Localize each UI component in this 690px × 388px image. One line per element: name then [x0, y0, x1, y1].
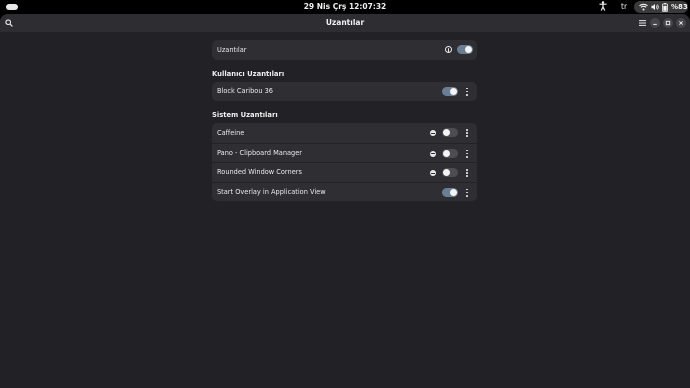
system-status-menu[interactable]: %83: [634, 1, 688, 13]
extension-row: Pano - Clipboard Manager: [212, 142, 477, 163]
hamburger-menu-icon: [639, 19, 646, 26]
close-icon: [679, 21, 683, 25]
clock[interactable]: 29 Nis Çrş 12:07:32: [0, 2, 690, 11]
keyboard-layout-indicator[interactable]: tr: [621, 2, 627, 11]
error-icon: [430, 150, 436, 157]
kebab-menu-icon[interactable]: [465, 128, 469, 138]
extension-switch[interactable]: [442, 148, 458, 158]
extension-switch[interactable]: [442, 168, 458, 177]
extensions-master-switch[interactable]: [457, 45, 473, 54]
extension-name: Caffeine: [217, 128, 245, 137]
kebab-menu-icon[interactable]: [465, 149, 469, 159]
extension-row: Block Caribou 36: [212, 82, 477, 102]
top-bar: 29 Nis Çrş 12:07:32 tr %83: [0, 0, 690, 14]
close-button[interactable]: [676, 18, 686, 28]
maximize-button[interactable]: [663, 18, 673, 28]
info-icon[interactable]: [445, 46, 452, 53]
kebab-menu-icon[interactable]: [465, 168, 469, 178]
extension-name: Block Caribou 36: [217, 87, 274, 96]
extension-switch[interactable]: [442, 128, 458, 137]
error-icon: [430, 170, 436, 176]
wifi-icon: [639, 3, 648, 11]
extension-name: Pano - Clipboard Manager: [217, 148, 302, 157]
extension-row: Rounded Window Corners: [212, 162, 477, 182]
row-label: Uzantılar: [217, 45, 247, 54]
extensions-master-card: Uzantılar: [212, 40, 477, 60]
kebab-menu-icon[interactable]: [465, 188, 469, 198]
window-title: Uzantılar: [325, 18, 365, 27]
header-bar: Uzantılar: [0, 14, 690, 32]
maximize-icon: [665, 20, 671, 26]
extensions-list: Uzantılar Kullanıcı Uzantıları Block Car…: [212, 40, 477, 201]
extensions-master-row: Uzantılar: [212, 40, 477, 60]
extensions-window: Uzantılar Uzantılar Kullanıcı Uzantıları…: [0, 14, 690, 388]
minimize-button[interactable]: [650, 18, 660, 28]
extension-switch[interactable]: [442, 187, 458, 197]
extension-switch[interactable]: [442, 86, 458, 96]
battery-percentage: %83: [671, 3, 688, 11]
extension-name: Start Overlay in Application View: [217, 187, 326, 196]
extension-row: Caffeine: [212, 123, 477, 143]
user-extensions-card: Block Caribou 36: [212, 81, 477, 102]
extension-row: Start Overlay in Application View: [212, 181, 477, 202]
minimize-icon: [653, 23, 657, 25]
main-menu-button[interactable]: [637, 17, 648, 28]
kebab-menu-icon[interactable]: [465, 87, 469, 97]
volume-icon: [651, 3, 659, 11]
error-icon: [430, 130, 436, 136]
user-extensions-heading: Kullanıcı Uzantıları: [212, 69, 285, 78]
accessibility-icon[interactable]: [599, 1, 607, 14]
extension-name: Rounded Window Corners: [217, 168, 302, 177]
system-extensions-heading: Sistem Uzantıları: [212, 111, 278, 119]
system-extensions-card: Caffeine Pano - Clipboard Manager Rounde…: [212, 123, 477, 201]
battery-icon: [662, 2, 668, 12]
